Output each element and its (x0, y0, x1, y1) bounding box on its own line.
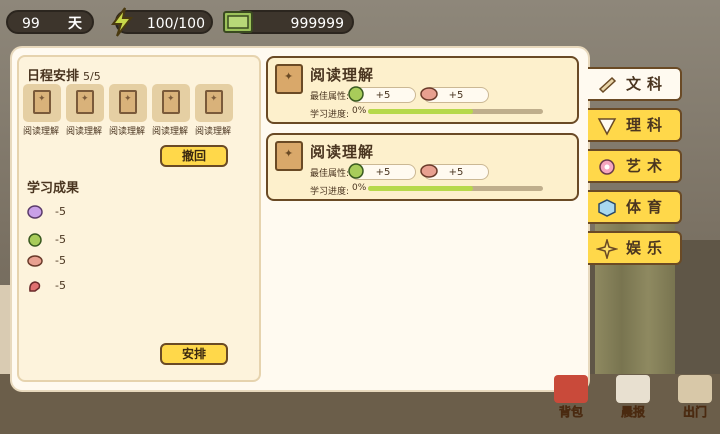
bag-button[interactable]: 背包 (548, 375, 594, 421)
course-card[interactable]: 阅读理解 最佳属性: +5 +5 学习进度: 0% (266, 133, 579, 201)
status-bar: 99 天 100/100 999999 (0, 0, 720, 44)
scroll-icon (598, 76, 617, 94)
result-value: -5 (55, 233, 66, 246)
schedule-slot-label: 阅读理解 (151, 127, 188, 137)
money-counter: 999999 (223, 10, 354, 34)
tab-label: 文科 (626, 75, 669, 93)
lightning-icon (111, 7, 134, 37)
best-attr-label: 最佳属性: (310, 92, 350, 102)
triangle-ruler-icon (597, 118, 617, 136)
go-out-label: 出门 (682, 405, 708, 420)
tab-sports[interactable]: 体育 (588, 190, 682, 224)
go-out-button[interactable]: 出门 (672, 375, 718, 421)
attr-value: +5 (375, 167, 391, 178)
tab-label: 理科 (626, 116, 669, 134)
result-value: -5 (55, 205, 66, 218)
schedule-slot-label: 阅读理解 (22, 127, 59, 137)
bag-label: 背包 (558, 405, 584, 420)
attr-pill: +5 (420, 87, 489, 103)
schedule-slots: 阅读理解 阅读理解 阅读理解 阅读理解 阅读理解 (23, 84, 234, 137)
attr-pill: +5 (348, 86, 416, 103)
schedule-panel: 日程安排5/5 阅读理解 阅读理解 阅读理解 阅读理解 阅读理解 撤回 学习成果… (17, 55, 261, 382)
muscle-icon (29, 281, 41, 292)
map-icon (678, 375, 712, 403)
morning-report-label: 晨报 (620, 405, 646, 420)
best-attr-label: 最佳属性: (310, 169, 350, 179)
undo-button[interactable]: 撤回 (160, 145, 228, 167)
result-item: -5 (27, 254, 66, 268)
tab-label: 体育 (626, 198, 669, 216)
schedule-slot-label: 阅读理解 (194, 127, 231, 137)
days-counter: 99 天 (6, 10, 94, 34)
book-icon (119, 90, 137, 114)
tab-liberal-arts[interactable]: 文科 (588, 67, 682, 101)
results-title: 学习成果 (27, 181, 80, 196)
schedule-slot[interactable]: 阅读理解 (23, 84, 62, 137)
course-title: 阅读理解 (310, 143, 375, 161)
attr-value: +5 (448, 90, 464, 101)
tab-art[interactable]: 艺术 (588, 149, 682, 183)
result-item: -5 (27, 233, 66, 247)
schedule-title: 日程安排 5/5 (27, 65, 101, 84)
attr-value: +5 (375, 90, 391, 101)
tab-label: 娱乐 (626, 239, 669, 257)
schedule-slot-label: 阅读理解 (108, 127, 145, 137)
energy-value: 100/100 (146, 16, 205, 32)
arrange-button[interactable]: 安排 (160, 343, 228, 365)
tab-label: 艺术 (626, 157, 669, 175)
course-title: 阅读理解 (310, 66, 375, 84)
cash-icon (223, 11, 253, 33)
progress-fill (368, 186, 473, 191)
schedule-count: 5/5 (83, 70, 101, 83)
schedule-slot[interactable]: 阅读理解 (66, 84, 105, 137)
result-value: -5 (55, 254, 66, 267)
cabbage-icon (348, 86, 364, 102)
schedule-slot[interactable]: 阅读理解 (195, 84, 234, 137)
money-value: 999999 (290, 16, 344, 32)
attr-pill: +5 (348, 163, 416, 180)
progress-fill (368, 109, 473, 114)
flower-icon (599, 159, 615, 175)
result-value: -5 (55, 279, 66, 292)
attr-value: +5 (448, 167, 464, 178)
book-icon (33, 90, 51, 114)
book-icon (275, 141, 303, 171)
days-unit: 天 (68, 16, 82, 32)
tab-science[interactable]: 理科 (588, 108, 682, 142)
book-icon (205, 90, 223, 114)
brain-icon (27, 205, 43, 219)
schedule-slot-label: 阅读理解 (65, 127, 102, 137)
book-icon (162, 90, 180, 114)
book-icon (76, 90, 94, 114)
morning-report-button[interactable]: 晨报 (610, 375, 656, 421)
background-curtain (595, 200, 675, 400)
schedule-slot[interactable]: 阅读理解 (152, 84, 191, 137)
progress-label: 学习进度: (310, 187, 350, 197)
meat-icon (420, 87, 438, 101)
progress-percent: 0% (352, 183, 367, 193)
meat-icon (27, 255, 43, 267)
book-icon (275, 64, 303, 94)
bag-icon (554, 375, 588, 403)
progress-percent: 0% (352, 106, 367, 116)
days-value: 99 (22, 16, 40, 32)
cabbage-icon (28, 233, 42, 247)
course-card[interactable]: 阅读理解 最佳属性: +5 +5 学习进度: 0% (266, 56, 579, 124)
progress-track (368, 186, 543, 191)
tab-entertainment[interactable]: 娱乐 (588, 231, 682, 265)
schedule-title-text: 日程安排 (27, 69, 80, 84)
schedule-slot[interactable]: 阅读理解 (109, 84, 148, 137)
result-item: -5 (27, 279, 66, 293)
result-item: -5 (27, 205, 66, 219)
cube-icon (598, 199, 616, 217)
star-icon (596, 239, 618, 259)
energy-counter: 100/100 (111, 7, 213, 37)
cabbage-icon (348, 163, 364, 179)
progress-label: 学习进度: (310, 110, 350, 120)
meat-icon (420, 164, 438, 178)
newspaper-icon (616, 375, 650, 403)
progress-track (368, 109, 543, 114)
attr-pill: +5 (420, 164, 489, 180)
